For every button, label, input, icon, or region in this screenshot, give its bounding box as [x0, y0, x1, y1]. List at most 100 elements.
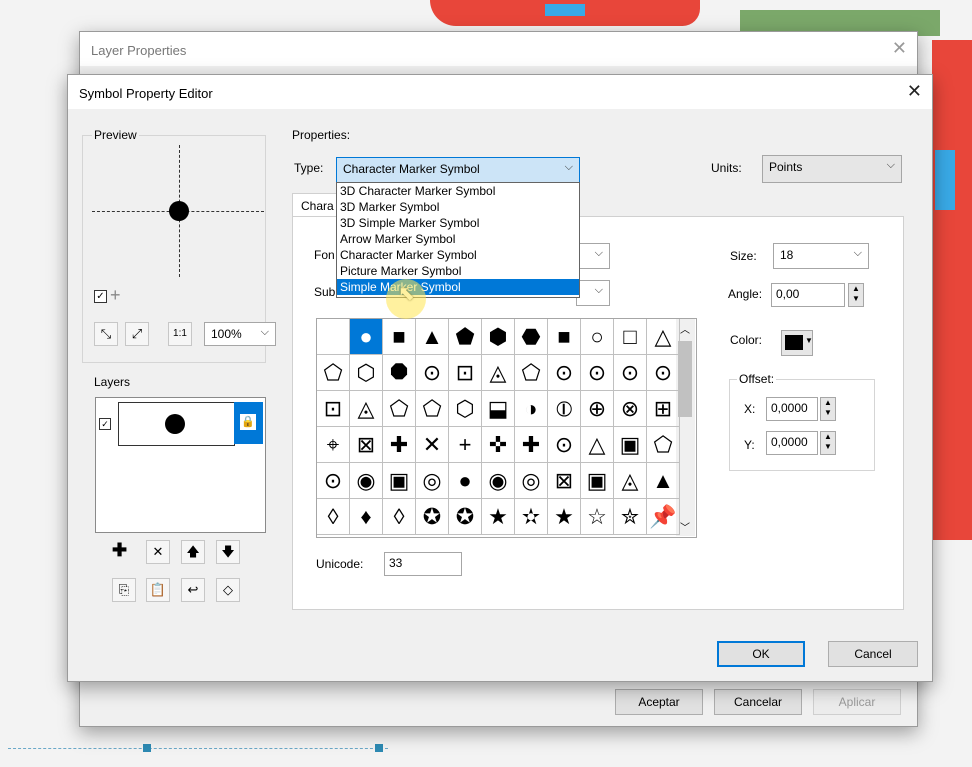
glyph-cell[interactable]: ⊙ [548, 427, 581, 463]
glyph-cell[interactable]: ✫ [515, 499, 548, 535]
glyph-cell[interactable]: ⊡ [449, 355, 482, 391]
type-dropdown-list[interactable]: 3D Character Marker Symbol 3D Marker Symb… [336, 182, 580, 298]
glyph-cell[interactable]: ◊ [383, 499, 416, 535]
glyph-cell[interactable]: ⬠ [647, 427, 680, 463]
glyph-cell[interactable]: ★ [548, 499, 581, 535]
glyph-cell[interactable]: △ [647, 319, 680, 355]
type-option[interactable]: Arrow Marker Symbol [337, 231, 579, 247]
glyph-cell[interactable]: ■ [383, 319, 416, 355]
glyph-cell[interactable]: ⊡ [317, 391, 350, 427]
selection-handle[interactable] [143, 744, 151, 752]
move-down-icon[interactable]: 🡇 [216, 540, 240, 564]
glyph-cell[interactable]: ◊ [317, 499, 350, 535]
subset-select[interactable]: ⌵ [576, 280, 610, 306]
chevron-up-icon[interactable]: ︿ [680, 321, 690, 336]
add-layer-icon[interactable]: ✚ [112, 540, 127, 561]
copy-icon[interactable]: ⎘ [112, 578, 136, 602]
type-option[interactable]: 3D Character Marker Symbol [337, 183, 579, 199]
actual-size-icon[interactable]: 1:1 [168, 322, 192, 346]
glyph-cell[interactable]: ⦶ [548, 391, 581, 427]
glyph-cell[interactable]: ⊠ [350, 427, 383, 463]
glyph-cell[interactable]: ○ [581, 319, 614, 355]
cancelar-button[interactable]: Cancelar [714, 689, 802, 715]
glyph-cell[interactable]: ✕ [416, 427, 449, 463]
glyph-cell[interactable]: □ [614, 319, 647, 355]
glyph-cell[interactable]: ▲ [416, 319, 449, 355]
glyph-cell[interactable]: ◉ [350, 463, 383, 499]
move-up-icon[interactable]: 🡅 [181, 540, 205, 564]
glyph-cell[interactable] [317, 319, 350, 355]
glyph-cell[interactable]: ⬠ [383, 391, 416, 427]
layer-lock-button[interactable]: 🔒 [234, 402, 263, 444]
glyph-cell[interactable]: ⬡ [449, 391, 482, 427]
glyph-cell[interactable]: + [449, 427, 482, 463]
size-select[interactable]: 18 ⌵ [773, 243, 869, 269]
offset-x-input[interactable]: 0,0000 [766, 397, 818, 421]
glyph-cell[interactable]: ● [449, 463, 482, 499]
glyph-cell[interactable]: ⊞ [647, 391, 680, 427]
glyph-cell[interactable]: ◎ [515, 463, 548, 499]
glyph-cell[interactable]: ♦ [350, 499, 383, 535]
offset-y-input[interactable]: 0,0000 [766, 431, 818, 455]
offset-y-spinner[interactable]: ▲ ▼ [820, 431, 836, 455]
scrollbar-thumb[interactable] [678, 341, 692, 417]
layer-visibility-checkbox[interactable]: ✓ [99, 418, 111, 430]
glyph-cell[interactable]: ⊙ [581, 355, 614, 391]
glyph-cell[interactable]: ⊗ [614, 391, 647, 427]
glyph-cell[interactable]: ✮ [614, 499, 647, 535]
ok-button[interactable]: OK [717, 641, 805, 667]
color-picker-button[interactable]: ▼ [781, 330, 813, 356]
reset-icon[interactable]: ↩ [181, 578, 205, 602]
glyph-cell[interactable]: ⊙ [647, 355, 680, 391]
glyph-cell[interactable]: ✜ [482, 427, 515, 463]
glyph-cell[interactable]: ◎ [416, 463, 449, 499]
glyph-cell[interactable]: ▲ [647, 463, 680, 499]
checkbox-icon[interactable]: ✓ [94, 290, 107, 303]
glyph-cell[interactable]: ✪ [449, 499, 482, 535]
glyph-cell[interactable]: ◬ [482, 355, 515, 391]
glyph-cell[interactable]: ◬ [614, 463, 647, 499]
font-select[interactable]: ⌵ [576, 243, 610, 269]
glyph-cell[interactable]: ⬡ [350, 355, 383, 391]
preview-zoom-select[interactable]: 100% ⌵ [204, 322, 276, 346]
aplicar-button[interactable]: Aplicar [813, 689, 901, 715]
type-option[interactable]: 3D Marker Symbol [337, 199, 579, 215]
close-icon[interactable]: ✕ [907, 81, 922, 102]
glyph-cell[interactable]: ⬠ [515, 355, 548, 391]
zoom-in-icon[interactable]: ⤡ [94, 322, 118, 346]
tag-icon[interactable]: ◇ [216, 578, 240, 602]
paste-icon[interactable]: 📋 [146, 578, 170, 602]
glyph-cell[interactable]: ★ [482, 499, 515, 535]
aceptar-button[interactable]: Aceptar [615, 689, 703, 715]
glyph-cell[interactable]: ⊙ [548, 355, 581, 391]
glyph-cell[interactable]: ⊙ [614, 355, 647, 391]
glyph-cell[interactable]: ■ [548, 319, 581, 355]
glyph-cell[interactable]: ⯃ [383, 355, 416, 391]
layer-item[interactable] [118, 402, 235, 446]
glyph-cell[interactable]: ✚ [383, 427, 416, 463]
glyph-grid[interactable]: ︿ ﹀ ● ■ ▲ ⬟ ⬢ ⬣ ■ ○ □ △ ⬠ ⬡ ⯃ ⊙ ⊡ ◬ ⬠ ⊙ ⊙ ⊙ ⊙ ⊡ ◬ ⬠ ⬠ ⬡ ⬓ ◑ ⦶ ⊕ ⊗ ⊞ ⌖ ⊠ ✚ ✕… [316, 318, 697, 538]
cancel-button[interactable]: Cancel [828, 641, 918, 667]
glyph-cell[interactable]: ▣ [581, 463, 614, 499]
angle-spinner[interactable]: ▲ ▼ [848, 283, 864, 307]
glyph-cell[interactable]: ◬ [350, 391, 383, 427]
glyph-cell[interactable]: ● [350, 319, 383, 355]
glyph-cell[interactable]: ⬢ [482, 319, 515, 355]
zoom-out-icon[interactable]: ⤢ [125, 322, 149, 346]
glyph-cell[interactable]: △ [581, 427, 614, 463]
glyph-cell[interactable]: 📌 [647, 499, 680, 535]
glyph-cell[interactable]: ☆ [581, 499, 614, 535]
glyph-cell[interactable]: ⬟ [449, 319, 482, 355]
glyph-cell[interactable]: ⬠ [317, 355, 350, 391]
type-select[interactable]: Character Marker Symbol ⌵ [336, 157, 580, 183]
type-option[interactable]: Simple Marker Symbol [337, 279, 579, 295]
glyph-cell[interactable]: ⊙ [416, 355, 449, 391]
remove-layer-icon[interactable]: ✕ [146, 540, 170, 564]
unicode-input[interactable]: 33 [384, 552, 462, 576]
type-option[interactable]: Character Marker Symbol [337, 247, 579, 263]
glyph-cell[interactable]: ▣ [383, 463, 416, 499]
units-select[interactable]: Points ⌵ [762, 155, 902, 183]
glyph-cell[interactable]: ⬠ [416, 391, 449, 427]
glyph-cell[interactable]: ⬣ [515, 319, 548, 355]
glyph-cell[interactable]: ✪ [416, 499, 449, 535]
